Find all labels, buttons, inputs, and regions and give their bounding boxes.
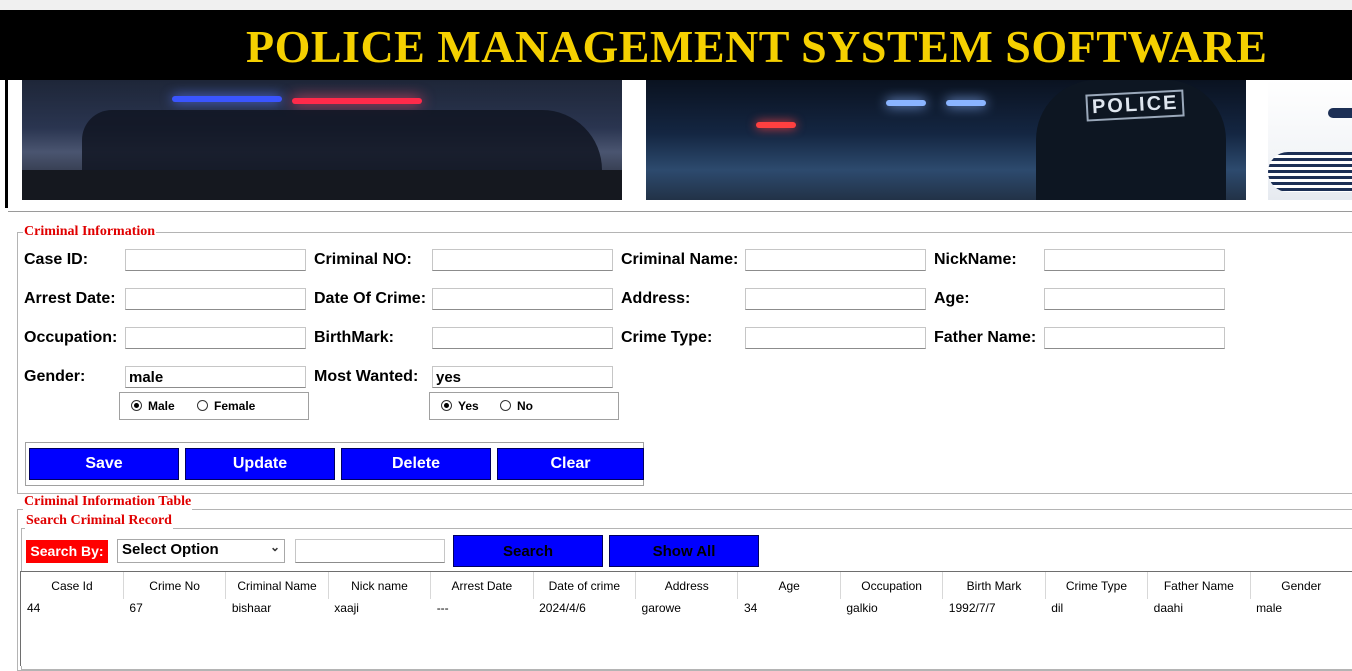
age-input[interactable] bbox=[1044, 288, 1225, 310]
column-header-case-id[interactable]: Case Id bbox=[21, 572, 124, 599]
table-cell: 44 bbox=[27, 601, 41, 615]
wanted-no-radio[interactable]: No bbox=[500, 399, 533, 413]
criminal-name-label: Criminal Name: bbox=[621, 251, 739, 268]
police-logo-image bbox=[1268, 80, 1352, 200]
address-label: Address: bbox=[621, 290, 691, 307]
save-button[interactable]: Save bbox=[29, 448, 179, 480]
search-option-select[interactable]: Select Option ⌄ bbox=[117, 539, 285, 563]
criminal-info-title: Criminal Information bbox=[23, 224, 157, 240]
gender-radio-group: Male Female bbox=[119, 392, 309, 420]
table-cell: dil bbox=[1051, 601, 1064, 615]
column-header-criminal-name[interactable]: Criminal Name bbox=[225, 572, 329, 599]
table-cell: xaaji bbox=[334, 601, 359, 615]
gender-male-label: Male bbox=[148, 399, 175, 413]
age-label: Age: bbox=[934, 290, 970, 307]
search-input[interactable] bbox=[295, 539, 445, 563]
table-row[interactable]: 44 67 bishaar xaaji --- 2024/4/6 garowe … bbox=[21, 599, 1352, 617]
birthmark-input[interactable] bbox=[432, 327, 613, 349]
table-cell: daahi bbox=[1153, 601, 1184, 615]
occupation-label: Occupation: bbox=[24, 329, 118, 346]
father-name-label: Father Name: bbox=[934, 329, 1037, 346]
gender-input[interactable] bbox=[125, 366, 306, 388]
criminal-table-title: Criminal Information Table bbox=[23, 494, 193, 510]
header-separator bbox=[8, 211, 1352, 212]
wanted-yes-label: Yes bbox=[458, 399, 479, 413]
chevron-down-icon: ⌄ bbox=[269, 540, 280, 554]
table-cell: 34 bbox=[743, 601, 758, 615]
table-cell: male bbox=[1256, 601, 1283, 615]
records-grid: Case Id Crime No Criminal Name Nick name… bbox=[21, 572, 1352, 617]
radio-selected-icon bbox=[441, 400, 452, 411]
update-button[interactable]: Update bbox=[185, 448, 335, 480]
table-cell: --- bbox=[436, 601, 449, 615]
search-button[interactable]: Search bbox=[453, 535, 603, 567]
date-of-crime-label: Date Of Crime: bbox=[314, 290, 427, 307]
radio-selected-icon bbox=[131, 400, 142, 411]
table-cell: bishaar bbox=[231, 601, 272, 615]
column-header-address[interactable]: Address bbox=[635, 572, 739, 599]
left-divider bbox=[5, 80, 8, 208]
header-banner: POLICE MANAGEMENT SYSTEM SOFTWARE bbox=[0, 10, 1352, 80]
column-header-crime-no[interactable]: Crime No bbox=[123, 572, 227, 599]
gender-female-label: Female bbox=[214, 399, 256, 413]
most-wanted-radio-group: Yes No bbox=[429, 392, 619, 420]
crime-type-input[interactable] bbox=[745, 327, 926, 349]
table-cell: galkio bbox=[846, 601, 878, 615]
search-group-title: Search Criminal Record bbox=[25, 513, 173, 529]
delete-button[interactable]: Delete bbox=[341, 448, 491, 480]
app-title: POLICE MANAGEMENT SYSTEM SOFTWARE bbox=[246, 21, 1268, 72]
column-header-age[interactable]: Age bbox=[737, 572, 841, 599]
window-top-strip bbox=[0, 0, 1352, 10]
date-of-crime-input[interactable] bbox=[432, 288, 613, 310]
column-header-birth-mark[interactable]: Birth Mark bbox=[942, 572, 1046, 599]
wanted-no-label: No bbox=[517, 399, 533, 413]
address-input[interactable] bbox=[745, 288, 926, 310]
radio-empty-icon bbox=[500, 400, 511, 411]
column-header-arrest-date[interactable]: Arrest Date bbox=[430, 572, 534, 599]
police-officer-image: POLICE bbox=[646, 80, 1246, 200]
nickname-input[interactable] bbox=[1044, 249, 1225, 271]
criminal-no-input[interactable] bbox=[432, 249, 613, 271]
wanted-yes-radio[interactable]: Yes bbox=[441, 399, 479, 413]
gender-female-radio[interactable]: Female bbox=[197, 399, 255, 413]
table-cell: garowe bbox=[641, 601, 681, 615]
column-header-occupation[interactable]: Occupation bbox=[840, 572, 944, 599]
radio-empty-icon bbox=[197, 400, 208, 411]
criminal-name-input[interactable] bbox=[745, 249, 926, 271]
clear-button[interactable]: Clear bbox=[497, 448, 644, 480]
most-wanted-input[interactable] bbox=[432, 366, 613, 388]
search-option-value: Select Option bbox=[122, 541, 219, 558]
gender-male-radio[interactable]: Male bbox=[131, 399, 175, 413]
arrest-date-label: Arrest Date: bbox=[24, 290, 116, 307]
search-by-label: Search By: bbox=[26, 540, 108, 563]
table-header-row: Case Id Crime No Criminal Name Nick name… bbox=[21, 572, 1352, 599]
arrest-date-input[interactable] bbox=[125, 288, 306, 310]
column-header-nick-name[interactable]: Nick name bbox=[328, 572, 432, 599]
most-wanted-label: Most Wanted: bbox=[314, 368, 419, 385]
police-badge-text: POLICE bbox=[1085, 89, 1186, 122]
crime-type-label: Crime Type: bbox=[621, 329, 713, 346]
criminal-no-label: Criminal NO: bbox=[314, 251, 412, 268]
column-header-date-of-crime[interactable]: Date of crime bbox=[533, 572, 637, 599]
column-header-father-name[interactable]: Father Name bbox=[1147, 572, 1251, 599]
birthmark-label: BirthMark: bbox=[314, 329, 395, 346]
show-all-button[interactable]: Show All bbox=[609, 535, 759, 567]
police-car-image bbox=[22, 80, 622, 200]
father-name-input[interactable] bbox=[1044, 327, 1225, 349]
table-cell: 2024/4/6 bbox=[539, 601, 586, 615]
column-header-crime-type[interactable]: Crime Type bbox=[1045, 572, 1149, 599]
occupation-input[interactable] bbox=[125, 327, 306, 349]
nickname-label: NickName: bbox=[934, 251, 1017, 268]
table-cell: 67 bbox=[129, 601, 143, 615]
case-id-label: Case ID: bbox=[24, 251, 89, 268]
column-header-gender[interactable]: Gender bbox=[1250, 572, 1352, 599]
case-id-input[interactable] bbox=[125, 249, 306, 271]
table-cell: 1992/7/7 bbox=[948, 601, 996, 615]
gender-label: Gender: bbox=[24, 368, 86, 385]
criminal-records-table[interactable]: Case Id Crime No Criminal Name Nick name… bbox=[20, 571, 1352, 666]
